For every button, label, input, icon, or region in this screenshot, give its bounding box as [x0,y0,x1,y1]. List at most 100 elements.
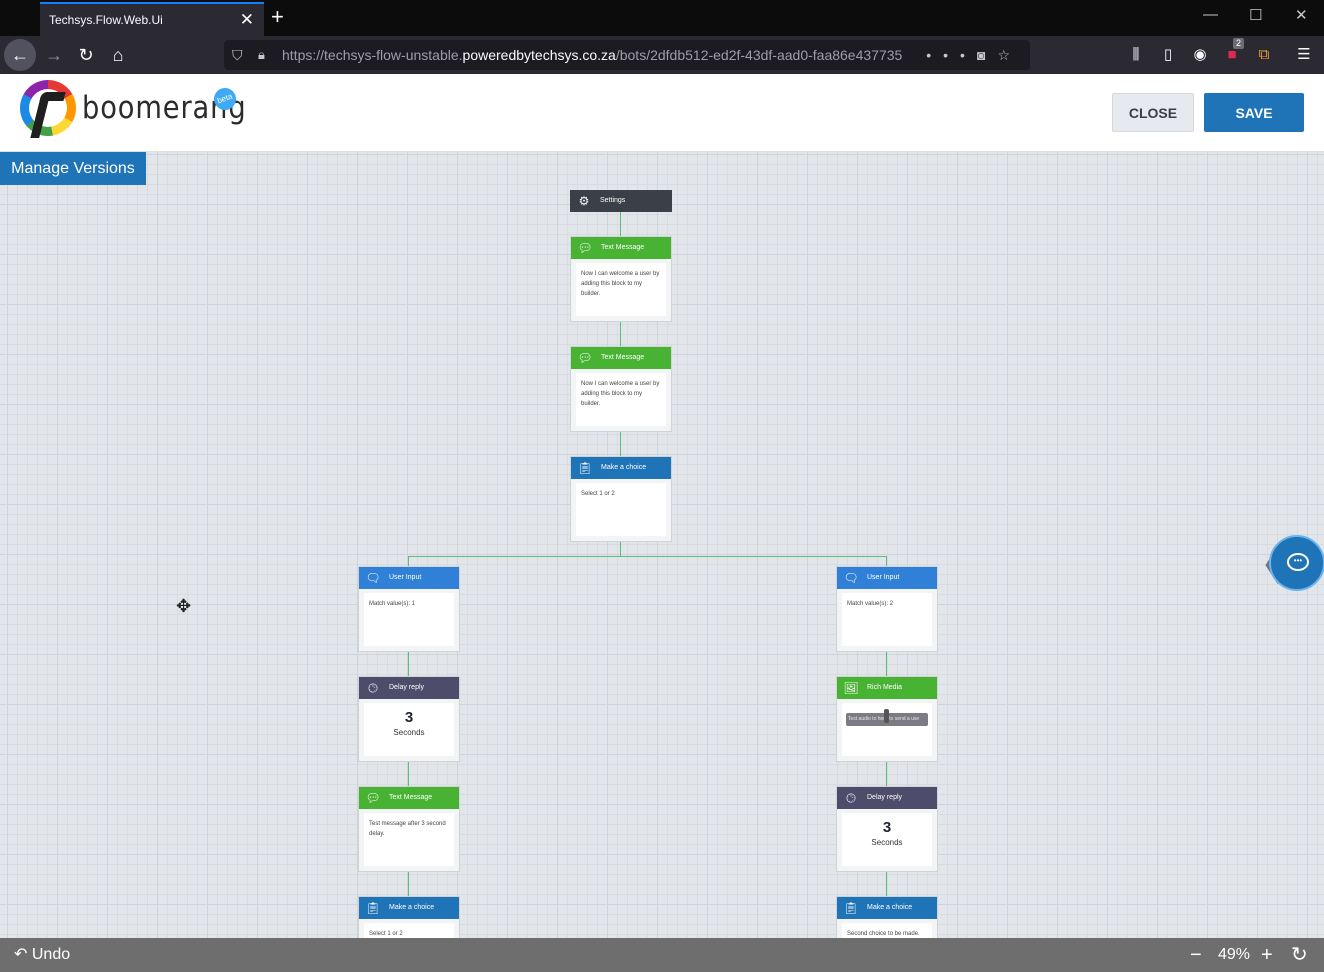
node-title: Delay reply [389,684,425,691]
forward-arrow-icon[interactable]: → [40,42,68,68]
clock-icon: 🕒︎ [368,681,378,695]
maximize-icon[interactable]: ☐ [1249,6,1262,24]
audio-scrubber[interactable] [884,709,889,723]
node-title: Settings [600,197,626,204]
settings-node[interactable]: ⚙ Settings [570,190,672,212]
new-tab-button[interactable]: + [271,4,284,30]
tracking-shield-icon[interactable]: ⛉ [232,40,243,70]
zoom-level: 49% [1218,946,1251,963]
node-body: Select 1 or 2 [364,923,454,938]
node-body: Match value(s): 2 [842,593,932,646]
node-header[interactable]: 💬︎ Text Message [571,237,671,259]
chat-bubbles-icon: 💬︎ [577,351,593,365]
delay-unit: Seconds [393,728,425,737]
node-header[interactable]: 🕒︎ Delay reply [359,677,459,699]
connector [886,652,887,678]
clock-icon: 🕒︎ [846,791,856,805]
move-cursor-icon: ✥ [176,596,192,616]
account-icon[interactable]: ◉ [1190,45,1210,65]
node-header[interactable]: 🗨︎ User Input [837,567,937,589]
settings-header[interactable]: ⚙ Settings [570,190,672,212]
node-header[interactable]: 📋︎ Make a choice [359,897,459,919]
delay-reply-node[interactable]: 🕒︎ Delay reply 3 Seconds [358,676,460,762]
node-title: Text Message [601,244,645,251]
flow-canvas[interactable]: Manage Versions ⚙ Settings 💬︎ Text Messa… [0,152,1324,938]
make-choice-node[interactable]: 📋︎ Make a choice Select 1 or 2 [358,896,460,938]
connector [408,556,887,557]
node-header[interactable]: 📋︎ Make a choice [571,457,671,479]
url-actions: •••◙☆ [926,40,1022,70]
library-icon[interactable]: ⫼ [1126,45,1146,65]
node-body: Test message after 3 second delay. [364,813,454,866]
browser-navbar: ← → ↻ ⌂ ⛉ 🔒︎ https://techsys-flow-unstab… [0,36,1324,74]
connector [886,762,887,788]
undo-label: Undo [31,946,71,963]
node-title: Text Message [601,354,645,361]
node-body: Now I can welcome a user by adding this … [576,373,666,426]
zoom-in-button[interactable]: + [1261,938,1273,972]
extension-2-icon[interactable]: ⧉ [1254,45,1274,65]
zoom-out-button[interactable]: − [1190,938,1202,972]
node-header[interactable]: 🖼︎ Rich Media [837,677,937,699]
undo-button[interactable]: ↶ Undo [14,938,70,972]
pocket-icon[interactable]: ◙ [977,47,997,63]
connector [620,322,621,348]
lock-icon[interactable]: 🔒︎ [258,40,265,70]
clipboard-icon: 📋︎ [843,901,859,915]
node-header[interactable]: 🗨︎ User Input [359,567,459,589]
tab-close-icon[interactable]: ✕ [240,4,254,36]
make-choice-node[interactable]: 📋︎ Make a choice Select 1 or 2 [570,456,672,542]
connector [408,652,409,678]
url-path: /bots/2dfdb512-ed2f-43df-aad0-faa86e4377… [615,47,903,63]
minimize-icon[interactable]: — [1203,6,1218,23]
undo-icon: ↶ [14,946,32,963]
zoom-reset-icon[interactable]: ↻ [1291,938,1308,972]
node-header[interactable]: 🕒︎ Delay reply [837,787,937,809]
text-message-node[interactable]: 💬︎ Text Message Test message after 3 sec… [358,786,460,872]
delay-unit: Seconds [871,838,903,847]
connector [620,432,621,458]
sidebar-icon[interactable]: ▯ [1158,45,1178,65]
browser-tab[interactable]: Techsys.Flow.Web.Ui ✕ [40,2,264,36]
node-title: Text Message [389,794,433,801]
audio-player[interactable]: Test audio to here to send a use [846,709,928,726]
manage-versions-button[interactable]: Manage Versions [0,152,146,185]
delay-reply-node[interactable]: 🕒︎ Delay reply 3 Seconds [836,786,938,872]
node-title: User Input [867,574,900,581]
connector [620,212,621,238]
menu-icon[interactable]: ☰ [1294,45,1314,65]
connector [886,872,887,898]
user-input-node[interactable]: 🗨︎ User Input Match value(s): 1 [358,566,460,652]
text-message-node[interactable]: 💬︎ Text Message Now I can welcome a user… [570,236,672,322]
node-title: Delay reply [867,794,903,801]
url-bar[interactable]: ⛉ 🔒︎ https://techsys-flow-unstable.power… [224,40,1030,70]
bookmark-star-icon[interactable]: ☆ [997,47,1022,63]
clipboard-icon: 📋︎ [577,461,593,475]
node-body: Second choice to be made. Select 3, 4, 5… [842,923,932,938]
node-body: Select 1 or 2 [576,483,666,536]
speech-bubble-icon: 🗨︎ [365,571,381,585]
delay-value: 3 [882,819,892,836]
node-header[interactable]: 💬︎ Text Message [359,787,459,809]
url-prefix: https://techsys-flow-unstable. [282,47,463,63]
save-button[interactable]: SAVE [1204,93,1304,132]
url-domain: poweredbytechsys.co.za [462,47,616,63]
rich-media-node[interactable]: 🖼︎ Rich Media Test audio to here to send… [836,676,938,762]
close-button[interactable]: CLOSE [1112,93,1194,132]
user-input-node[interactable]: 🗨︎ User Input Match value(s): 2 [836,566,938,652]
back-arrow-icon[interactable]: ← [4,39,36,71]
reload-icon[interactable]: ↻ [72,42,100,68]
home-icon[interactable]: ⌂ [104,42,132,68]
bottom-toolbar: ↶ Undo − 49% + ↻ [0,938,1324,972]
window-close-icon[interactable]: ✕ [1295,6,1308,24]
clipboard-icon: 📋︎ [365,901,381,915]
extension-badge: 2 [1233,38,1245,49]
node-body: Match value(s): 1 [364,593,454,646]
chat-preview-button[interactable]: ••• [1269,535,1324,591]
text-message-node[interactable]: 💬︎ Text Message Now I can welcome a user… [570,346,672,432]
node-title: Rich Media [867,684,903,691]
node-header[interactable]: 📋︎ Make a choice [837,897,937,919]
page-actions-icon[interactable]: ••• [926,47,977,63]
make-choice-node[interactable]: 📋︎ Make a choice Second choice to be mad… [836,896,938,938]
node-header[interactable]: 💬︎ Text Message [571,347,671,369]
